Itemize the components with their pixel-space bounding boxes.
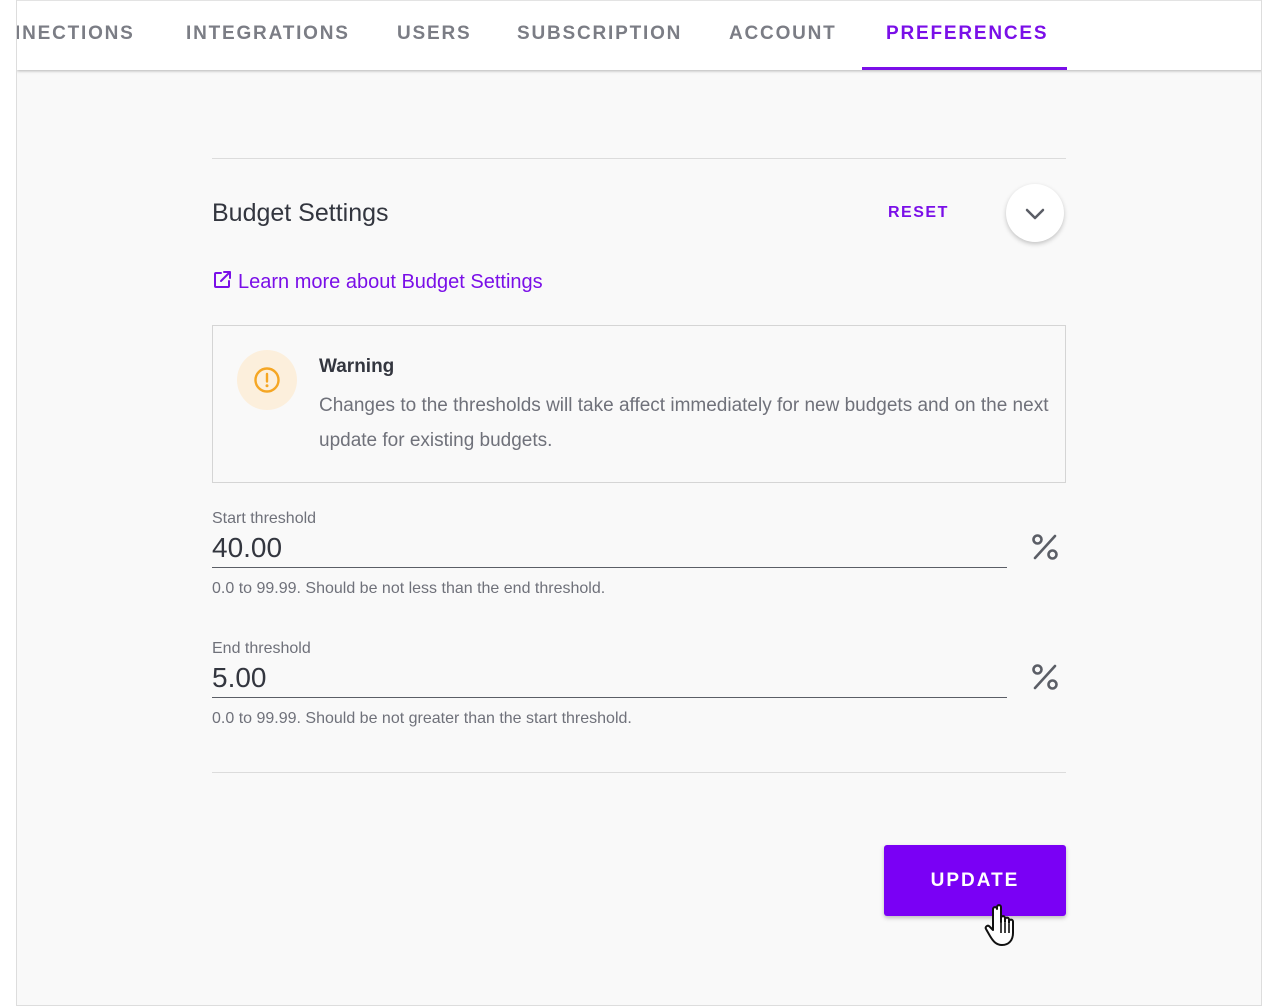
percent-icon (1032, 534, 1058, 560)
collapse-button[interactable] (1006, 184, 1064, 242)
learn-more-label: Learn more about Budget Settings (238, 271, 543, 293)
end-threshold-hint: 0.0 to 99.99. Should be not greater than… (212, 710, 632, 727)
tab-bar: INECTIONS INTEGRATIONS USERS SUBSCRIPTIO… (17, 0, 1261, 70)
exclamation-circle-icon (254, 367, 280, 393)
end-threshold-field: End threshold 0.0 to 99.99. Should be no… (212, 640, 1066, 727)
reset-button[interactable]: RESET (888, 204, 949, 222)
warning-icon-badge (237, 350, 297, 410)
active-tab-indicator (862, 67, 1067, 70)
update-button[interactable]: UPDATE (884, 845, 1066, 916)
tab-integrations[interactable]: INTEGRATIONS (186, 1, 350, 70)
start-threshold-input[interactable] (212, 528, 1007, 568)
divider (212, 772, 1066, 773)
tab-connections[interactable]: INECTIONS (17, 1, 135, 70)
learn-more-link[interactable]: Learn more about Budget Settings (212, 270, 543, 294)
external-link-icon (214, 271, 231, 288)
end-threshold-input[interactable] (212, 658, 1007, 698)
tab-preferences[interactable]: PREFERENCES (886, 1, 1048, 70)
warning-title: Warning (319, 356, 395, 377)
section-header: Budget Settings RESET (212, 159, 1066, 269)
hand-pointer-cursor-icon (984, 904, 1014, 946)
start-threshold-field: Start threshold 0.0 to 99.99. Should be … (212, 510, 1066, 597)
percent-icon (1032, 664, 1058, 690)
tab-account[interactable]: ACCOUNT (729, 1, 837, 70)
chevron-down-icon (1025, 208, 1045, 220)
tab-subscription[interactable]: SUBSCRIPTION (517, 1, 682, 70)
end-threshold-label: End threshold (212, 640, 311, 657)
warning-alert: Warning Changes to the thresholds will t… (212, 325, 1066, 483)
settings-panel: INECTIONS INTEGRATIONS USERS SUBSCRIPTIO… (16, 0, 1262, 1006)
budget-settings-section: Budget Settings RESET Learn more about B… (212, 158, 1066, 916)
start-threshold-hint: 0.0 to 99.99. Should be not less than th… (212, 580, 606, 597)
tab-users[interactable]: USERS (397, 1, 471, 70)
warning-text: Changes to the thresholds will take affe… (319, 395, 1049, 451)
section-title: Budget Settings (212, 199, 389, 227)
start-threshold-label: Start threshold (212, 510, 317, 527)
